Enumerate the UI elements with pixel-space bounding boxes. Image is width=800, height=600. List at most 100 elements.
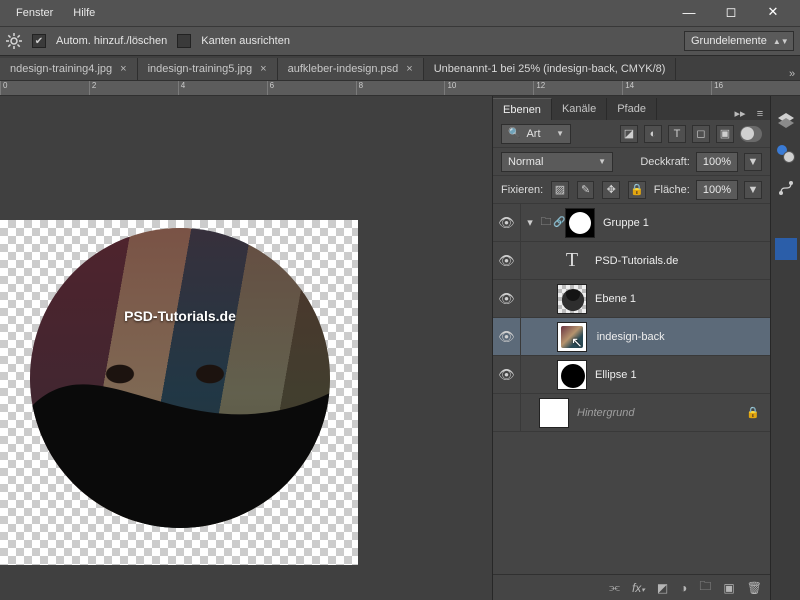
visibility-toggle-icon[interactable]: 👁: [493, 318, 521, 355]
ruler-tick: 0: [0, 81, 89, 95]
opacity-value: 100%: [703, 156, 731, 168]
new-layer-icon[interactable]: ▣: [723, 581, 734, 595]
layer-ellipse1[interactable]: 👁 Ellipse 1: [493, 356, 770, 394]
new-adjustment-icon[interactable]: ◑: [680, 581, 687, 595]
layer-background[interactable]: 👁 Hintergrund 🔒: [493, 394, 770, 432]
visibility-toggle-icon[interactable]: 👁: [493, 356, 521, 393]
layer-thumb[interactable]: [539, 398, 569, 428]
window-close[interactable]: ✕: [752, 2, 794, 22]
layer-mask-thumb[interactable]: [565, 208, 595, 238]
visibility-toggle-icon[interactable]: 👁: [493, 204, 521, 241]
filter-smart-icon[interactable]: ▣: [716, 125, 734, 143]
opacity-input[interactable]: 100%: [696, 152, 738, 172]
window-maximize[interactable]: ◻: [710, 2, 752, 22]
blend-mode-select[interactable]: Normal ▼: [501, 152, 613, 172]
tab-doc2-label: indesign-training5.jpg: [148, 63, 253, 75]
layers-panel-footer: ⫘ fx▾ ◩ ◑ 🗀 ▣ 🗑: [493, 574, 770, 600]
layer-name[interactable]: Ellipse 1: [595, 369, 637, 381]
canvas-area[interactable]: PSD-Tutorials.de: [0, 96, 492, 600]
layer-indesign-back[interactable]: 👁 ↖ indesign-back: [493, 318, 770, 356]
delete-layer-icon[interactable]: 🗑: [747, 581, 762, 595]
link-layers-icon[interactable]: ⫘: [609, 580, 620, 595]
panel-collapse-icon[interactable]: ▸▸: [730, 107, 750, 120]
tab-doc1-label: ndesign-training4.jpg: [10, 63, 112, 75]
gear-icon[interactable]: [6, 33, 22, 49]
tab-ebenen[interactable]: Ebenen: [493, 98, 552, 120]
tab-doc1[interactable]: ndesign-training4.jpg ×: [0, 58, 138, 80]
layer-name[interactable]: Gruppe 1: [603, 217, 649, 229]
fill-dropdown-icon[interactable]: ▼: [744, 181, 762, 199]
tab-doc3[interactable]: aufkleber-indesign.psd ×: [278, 58, 424, 80]
tab-doc4-active[interactable]: Unbenannt-1 bei 25% (indesign-back, CMYK…: [424, 58, 677, 80]
tab-doc2[interactable]: indesign-training5.jpg ×: [138, 58, 278, 80]
fill-label: Fläche:: [654, 184, 690, 196]
ruler-tick: 2: [89, 81, 178, 95]
close-icon[interactable]: ×: [120, 63, 126, 75]
new-group-icon[interactable]: 🗀: [699, 577, 711, 598]
ruler-horizontal: 0 2 4 6 8 10 12 14 16: [0, 80, 800, 96]
panel-menu-icon[interactable]: ≡: [750, 108, 770, 120]
layer-name[interactable]: Ebene 1: [595, 293, 636, 305]
menu-hilfe[interactable]: Hilfe: [63, 3, 105, 23]
layer-name[interactable]: indesign-back: [597, 331, 665, 343]
layer-name[interactable]: PSD-Tutorials.de: [595, 255, 678, 267]
blend-mode-label: Normal: [508, 156, 543, 168]
layer-text[interactable]: 👁 T PSD-Tutorials.de: [493, 242, 770, 280]
tab-pfade[interactable]: Pfade: [607, 98, 657, 120]
filter-toggle[interactable]: [740, 126, 762, 142]
label-auto-add: Autom. hinzuf./löschen: [56, 35, 167, 47]
layer-fx-icon[interactable]: fx▾: [632, 581, 645, 595]
fill-value: 100%: [703, 184, 731, 196]
close-icon[interactable]: ×: [260, 63, 266, 75]
lock-transparency-icon[interactable]: ▨: [551, 181, 569, 199]
fill-input[interactable]: 100%: [696, 180, 738, 200]
lock-icon: 🔒: [746, 406, 760, 419]
visibility-toggle-icon[interactable]: 👁: [493, 242, 521, 279]
dock-layers-icon[interactable]: [774, 108, 798, 132]
checkbox-auto-add[interactable]: ✔: [32, 34, 46, 48]
filter-pixel-icon[interactable]: ◪: [620, 125, 638, 143]
tab-kanaele[interactable]: Kanäle: [552, 98, 607, 120]
ruler-tick: 12: [533, 81, 622, 95]
lock-position-icon[interactable]: ✥: [602, 181, 620, 199]
close-icon[interactable]: ×: [406, 63, 412, 75]
ruler-tick: 4: [178, 81, 267, 95]
text-layer-icon: T: [557, 246, 587, 276]
checkbox-align-edges[interactable]: ✔: [177, 34, 191, 48]
lock-row: Fixieren: ▨ ✎ ✥ 🔒 Fläche: 100% ▼: [493, 176, 770, 204]
chevron-down-icon: ▼: [598, 157, 606, 166]
label-align-edges: Kanten ausrichten: [201, 35, 290, 47]
tab-doc3-label: aufkleber-indesign.psd: [288, 63, 399, 75]
filter-adjust-icon[interactable]: ◐: [644, 125, 662, 143]
layer-ebene1[interactable]: 👁 Ebene 1: [493, 280, 770, 318]
visibility-toggle-icon[interactable]: 👁: [493, 280, 521, 317]
menu-fenster[interactable]: Fenster: [6, 3, 63, 23]
artwork-brand-text: PSD-Tutorials.de: [124, 308, 236, 324]
tabbar-overflow-icon[interactable]: »: [784, 68, 800, 80]
ruler-tick: 10: [444, 81, 533, 95]
window-minimize[interactable]: —: [668, 2, 710, 22]
layer-group1[interactable]: 👁 ▾ 🗀 🔗 Gruppe 1: [493, 204, 770, 242]
layer-name[interactable]: Hintergrund: [577, 407, 634, 419]
filter-shape-icon[interactable]: ◻: [692, 125, 710, 143]
lock-all-icon[interactable]: 🔒: [628, 181, 646, 199]
opacity-dropdown-icon[interactable]: ▼: [744, 153, 762, 171]
filter-type-select[interactable]: 🔍 Art ▼: [501, 124, 571, 144]
dock-swatch-icon[interactable]: [775, 238, 797, 260]
chevron-down-icon: ▼: [556, 129, 564, 138]
dock-channels-icon[interactable]: [774, 142, 798, 166]
cursor-icon: ↖: [571, 334, 583, 351]
window-buttons: — ◻ ✕: [668, 2, 794, 24]
layer-mask-icon[interactable]: ◩: [657, 581, 668, 595]
layer-thumb[interactable]: [557, 284, 587, 314]
tab-doc4-label: Unbenannt-1 bei 25% (indesign-back, CMYK…: [434, 63, 666, 75]
link-icon: 🔗: [553, 217, 565, 228]
document-tabbar: ndesign-training4.jpg × indesign-trainin…: [0, 56, 800, 80]
visibility-toggle-icon[interactable]: 👁: [493, 394, 521, 431]
dock-paths-icon[interactable]: [774, 176, 798, 200]
lock-pixels-icon[interactable]: ✎: [577, 181, 595, 199]
tool-presets-combo[interactable]: Grundelemente ▲▼: [684, 31, 794, 51]
chevron-down-icon[interactable]: ▾: [521, 216, 539, 229]
layer-thumb[interactable]: [557, 360, 587, 390]
filter-type-icon[interactable]: T: [668, 125, 686, 143]
